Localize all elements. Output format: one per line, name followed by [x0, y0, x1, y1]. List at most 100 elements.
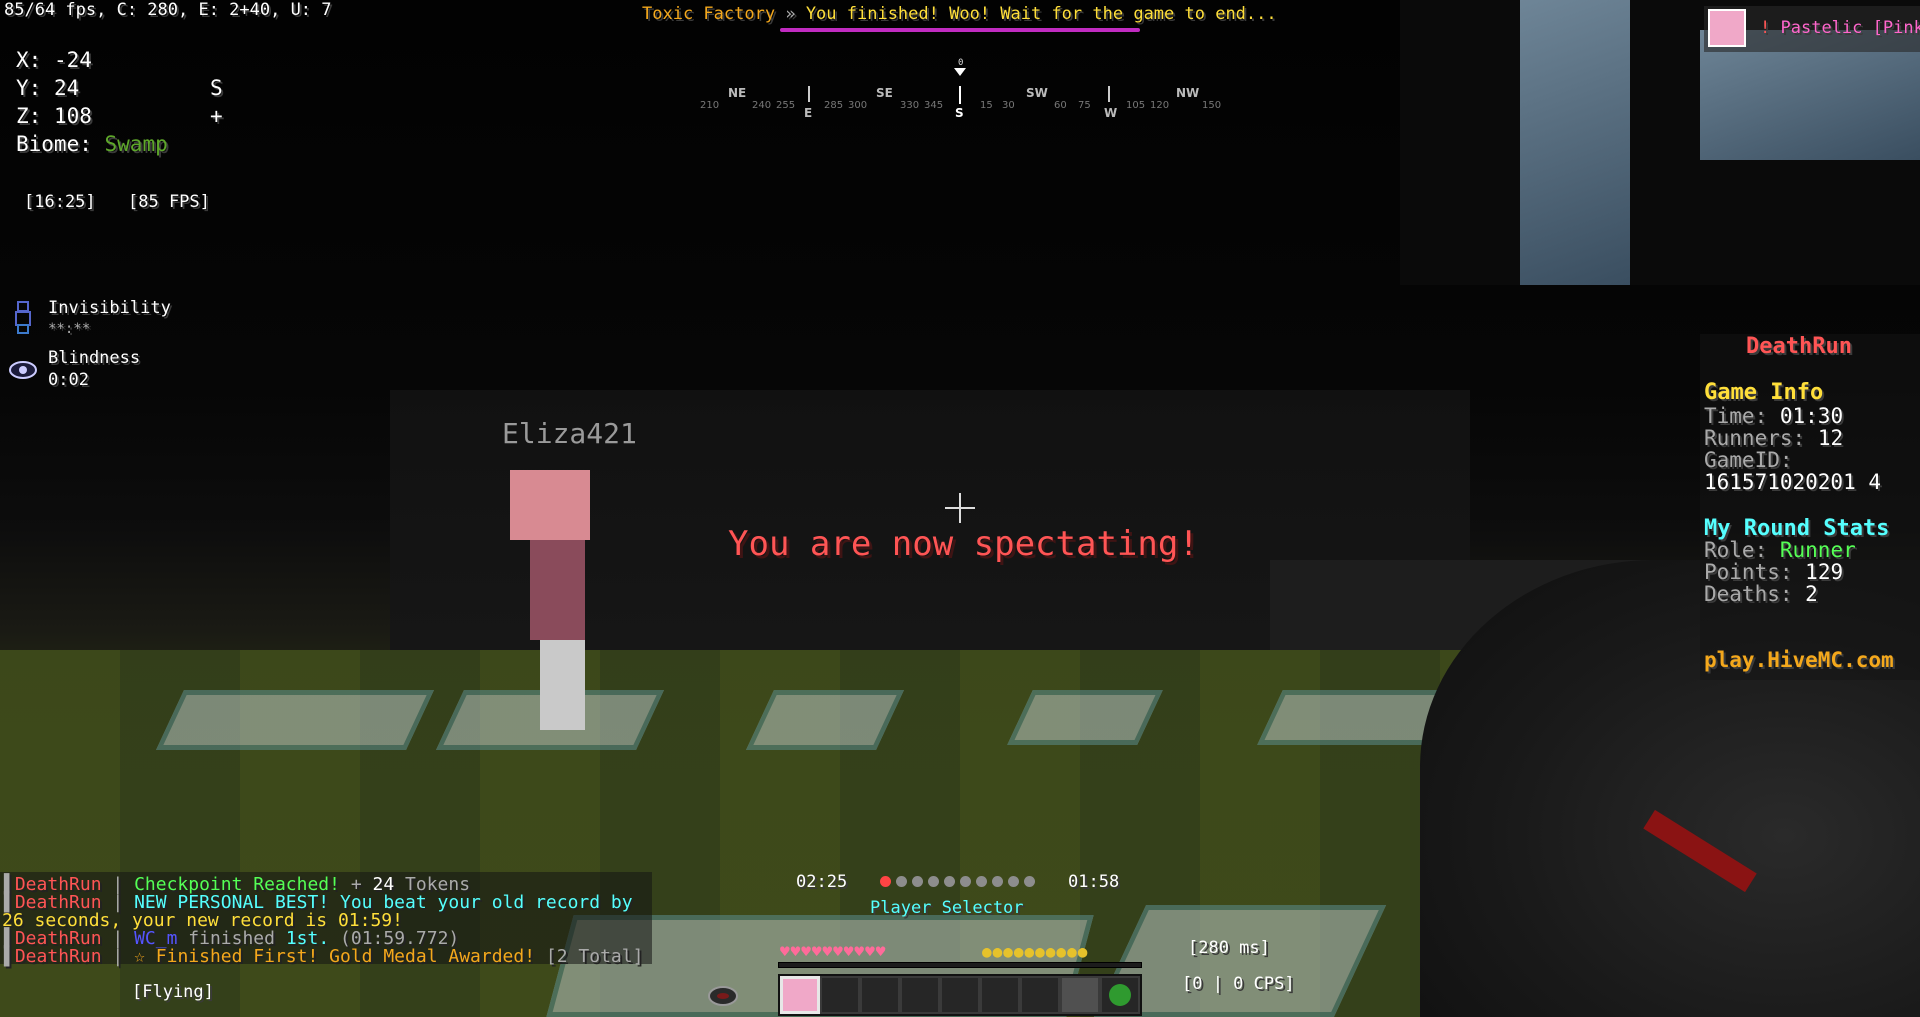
spectator-dot	[944, 876, 955, 887]
deaths-value: 2	[1805, 582, 1818, 606]
compass-degree: 60	[1054, 100, 1067, 111]
coord-y-value: 24	[53, 76, 80, 100]
coord-y-label: Y:	[16, 76, 42, 100]
effect-time: 0:02	[48, 370, 89, 390]
spectator-dot	[1024, 876, 1035, 887]
coord-z-value: 108	[53, 104, 92, 128]
compass-cardinal: E	[804, 106, 813, 120]
map-name: Toxic Factory	[642, 4, 776, 24]
effect-name: Blindness	[48, 348, 141, 368]
compass-degree: 30	[1002, 100, 1015, 111]
compass-cardinal: W	[1104, 106, 1118, 120]
biome: Biome: Swamp	[16, 134, 168, 155]
crosshair-icon	[945, 493, 975, 523]
player-prefix: !	[1760, 18, 1771, 38]
coord-x-label: X:	[16, 48, 42, 72]
biome-label: Biome:	[16, 132, 92, 156]
player-rank-tag: [Pink]	[1872, 18, 1920, 38]
compass-tick	[1108, 86, 1110, 102]
round-stats-header: My Round Stats	[1704, 516, 1890, 541]
hotbar-slot[interactable]	[780, 976, 820, 1014]
compass-degree: 285	[824, 100, 844, 111]
compass-degree: 105	[1126, 100, 1146, 111]
hotbar-slot[interactable]	[940, 976, 980, 1014]
compass: 0 210 NE 240 255 E 285 300 SE 330 345 S …	[700, 58, 1222, 120]
player-list-name: ! Pastelic [Pink]	[1760, 20, 1920, 37]
health-hearts: ♥♥♥♥♥♥♥♥♥♥	[780, 942, 887, 961]
compass-pointer-value: 0	[958, 58, 964, 68]
compass-pointer-icon	[954, 68, 966, 76]
deaths-row: Deaths: 2	[1704, 584, 1818, 605]
blindness-icon	[9, 361, 37, 379]
title-separator: »	[785, 4, 796, 24]
spectator-dot	[960, 876, 971, 887]
hotbar-slot[interactable]	[1020, 976, 1060, 1014]
compass-degree: 150	[1202, 100, 1222, 111]
hotbar-slot[interactable]	[980, 976, 1020, 1014]
player-model[interactable]	[500, 470, 600, 730]
clock: [16:25]	[24, 192, 96, 212]
compass-tick	[959, 86, 961, 104]
title-message: Toxic Factory » You finished! Woo! Wait …	[642, 6, 1277, 23]
hunger-bar: ●●●●●●●●●●	[982, 942, 1089, 961]
facing-letter: S	[210, 76, 223, 100]
timer-right: 01:58	[1068, 872, 1120, 892]
spectator-dot	[912, 876, 923, 887]
player-head	[510, 470, 590, 540]
effect-time: **:**	[48, 321, 91, 337]
compass-degree: 255	[776, 100, 796, 111]
coord-z: Z: 108	[16, 106, 92, 127]
compass-degree: 210	[700, 100, 720, 111]
coord-y: Y: 24	[16, 78, 79, 99]
hotbar-slot[interactable]	[900, 976, 940, 1014]
deaths-label: Deaths:	[1704, 582, 1793, 606]
hotbar-slot[interactable]	[1060, 976, 1100, 1014]
hotbar[interactable]	[778, 974, 1142, 1016]
spectator-dots	[880, 876, 1035, 887]
timer-left: 02:25	[796, 872, 848, 892]
spectator-dot	[976, 876, 987, 887]
chat-total: [2 Total]	[545, 946, 644, 967]
avatar	[1708, 9, 1746, 47]
compass-degree: 345	[924, 100, 944, 111]
hotbar-slot[interactable]	[820, 976, 860, 1014]
role-row: Role: Runner	[1704, 540, 1856, 561]
spectator-dot	[992, 876, 1003, 887]
sky-patch	[1520, 0, 1630, 285]
runners-value: 12	[1817, 426, 1844, 450]
hotbar-slot[interactable]	[860, 976, 900, 1014]
glass-pad	[156, 690, 434, 750]
compass-degree: 120	[1150, 100, 1170, 111]
compass-label: NW	[1176, 86, 1200, 100]
chat-tag: DeathRun	[14, 946, 102, 967]
slime-ball-icon	[1109, 984, 1131, 1006]
time-row: Time: 01:30	[1704, 406, 1843, 427]
game-info-header: Game Info	[1704, 380, 1824, 405]
compass-degree: 300	[848, 100, 868, 111]
coord-x-value: -24	[53, 48, 92, 72]
scoreboard: DeathRun Game Info Time: 01:30 Runners: …	[1700, 334, 1920, 680]
offhand-item-icon	[708, 986, 738, 1006]
hotbar-slot[interactable]	[1100, 976, 1140, 1014]
boss-bar	[780, 28, 1140, 32]
server-address: play.HiveMC.com	[1704, 648, 1894, 672]
runners-label: Runners:	[1704, 426, 1806, 450]
player-name: Pastelic	[1780, 18, 1863, 38]
compass-degree: 240	[752, 100, 772, 111]
ping-status: [280 ms]	[1188, 938, 1270, 958]
fps-badge: [85 FPS]	[128, 192, 210, 212]
compass-degree: 75	[1078, 100, 1091, 111]
spectator-dot	[1008, 876, 1019, 887]
spectator-dot	[928, 876, 939, 887]
points-row: Points: 129	[1704, 562, 1843, 583]
role-value: Runner	[1779, 538, 1856, 562]
chat-line: ▌DeathRun | ☆ Finished First! Gold Medal…	[4, 946, 643, 967]
flying-status: [Flying]	[132, 982, 214, 1002]
coord-z-label: Z:	[16, 104, 42, 128]
scoreboard-title: DeathRun	[1746, 334, 1852, 359]
time-value: 01:30	[1779, 404, 1844, 428]
facing-plus: +	[210, 104, 223, 128]
compass-label: SW	[1026, 86, 1048, 100]
experience-bar	[778, 962, 1142, 968]
chat-message: Finished First! Gold Medal Awarded!	[155, 946, 536, 967]
